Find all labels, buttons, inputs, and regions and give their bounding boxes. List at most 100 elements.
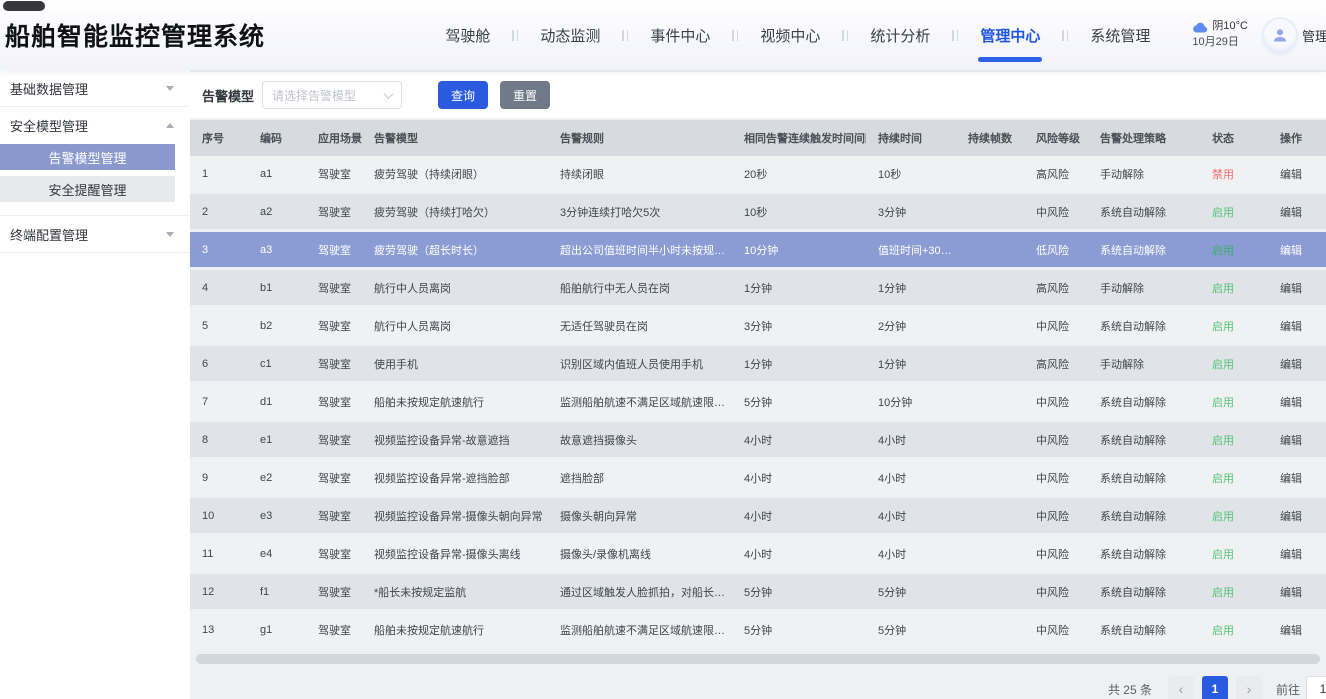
status-badge: 启用 xyxy=(1200,470,1268,486)
sidebar-section-label: 安全模型管理 xyxy=(10,116,88,135)
cell-rule: 持续闭眼 xyxy=(548,166,732,182)
sidebar-section-basic-data[interactable]: 基础数据管理 xyxy=(0,70,190,106)
edit-link[interactable]: 编辑 xyxy=(1268,280,1326,296)
column-header: 应用场景 xyxy=(306,130,362,146)
alarm-model-select[interactable]: 请选择告警模型 xyxy=(262,81,402,109)
main-nav: 驾驶舱 动态监测事件中心 视频中心 统计分析 管理中心系统管理 xyxy=(423,0,1172,70)
edit-link[interactable]: 编辑 xyxy=(1268,546,1326,562)
cell-code: e3 xyxy=(248,510,306,522)
edit-link[interactable]: 编辑 xyxy=(1268,432,1326,448)
prev-page-button[interactable]: ‹ xyxy=(1168,676,1194,699)
column-header: 持续时间 xyxy=(866,130,956,146)
nav-tab-label: 驾驶舱 xyxy=(445,28,490,45)
column-header: 相同告警连续触发时间间隔 xyxy=(732,130,866,146)
cell-model: 视频监控设备异常-遮挡脸部 xyxy=(362,470,548,486)
cell-code: a3 xyxy=(248,244,306,256)
status-badge: 启用 xyxy=(1200,546,1268,562)
page-1-button[interactable]: 1 xyxy=(1202,676,1228,699)
cell-strategy: 系统自动解除 xyxy=(1088,204,1200,220)
cell-seq: 13 xyxy=(190,624,248,636)
edit-link[interactable]: 编辑 xyxy=(1268,508,1326,524)
jump-to-page-input[interactable] xyxy=(1306,676,1326,699)
app-header: 船舶智能监控管理系统 驾驶舱动态监测事件中心视频中心统计分析管理中心系统管理 阴… xyxy=(0,0,1326,70)
avatar[interactable] xyxy=(1264,19,1296,51)
username-label[interactable]: 管理 xyxy=(1302,26,1326,45)
nav-tab-label: 统计分析 xyxy=(870,28,930,45)
column-header: 操作 xyxy=(1268,130,1326,146)
nav-tab-3[interactable]: 视频中心 xyxy=(738,25,842,46)
table-row[interactable]: 4b1驾驶室航行中人员离岗船舶航行中无人员在岗1分钟1分钟高风险手动解除启用编辑 xyxy=(190,270,1326,308)
cell-duration: 5分钟 xyxy=(866,622,956,638)
next-page-button[interactable]: › xyxy=(1236,676,1262,699)
nav-tab-4[interactable]: 统计分析 xyxy=(848,25,952,46)
edit-link[interactable]: 编辑 xyxy=(1268,470,1326,486)
cell-model: 视频监控设备异常-摄像头离线 xyxy=(362,546,548,562)
cell-interval: 10分钟 xyxy=(732,242,866,258)
status-badge: 启用 xyxy=(1200,204,1268,220)
reset-button[interactable]: 重置 xyxy=(500,81,550,109)
table-row[interactable]: 12f1驾驶室*船长未按规定监航通过区域触发人脸抓拍，对船长身份...5分钟5分… xyxy=(190,574,1326,612)
cell-model: 疲劳驾驶（持续打哈欠） xyxy=(362,204,548,220)
nav-tab-1[interactable]: 动态监测 xyxy=(518,25,622,46)
cell-risk: 中风险 xyxy=(1024,508,1088,524)
cell-rule: 摄像头/录像机离线 xyxy=(548,546,732,562)
column-header: 持续帧数 xyxy=(956,130,1024,146)
sidebar-section-label: 基础数据管理 xyxy=(10,79,88,98)
table-row[interactable]: 11e4驾驶室视频监控设备异常-摄像头离线摄像头/录像机离线4小时4小时中风险系… xyxy=(190,536,1326,574)
edit-link[interactable]: 编辑 xyxy=(1268,356,1326,372)
edit-link[interactable]: 编辑 xyxy=(1268,166,1326,182)
nav-tab-6[interactable]: 系统管理 xyxy=(1068,25,1172,46)
query-button[interactable]: 查询 xyxy=(438,81,488,109)
cell-risk: 低风险 xyxy=(1024,242,1088,258)
status-badge: 启用 xyxy=(1200,508,1268,524)
weather-widget: 阴10°C 10月29日 xyxy=(1192,19,1248,51)
cell-risk: 中风险 xyxy=(1024,622,1088,638)
cell-scene: 驾驶室 xyxy=(306,356,362,372)
pagination: 共 25 条 ‹ 1 › 前往 xyxy=(190,670,1326,699)
edit-link[interactable]: 编辑 xyxy=(1268,204,1326,220)
horizontal-scrollbar[interactable] xyxy=(196,654,1320,664)
caret-up-icon xyxy=(166,123,174,128)
cell-code: e4 xyxy=(248,548,306,560)
cell-model: 视频监控设备异常-摄像头朝向异常 xyxy=(362,508,548,524)
cell-interval: 4小时 xyxy=(732,432,866,448)
edit-link[interactable]: 编辑 xyxy=(1268,394,1326,410)
cell-interval: 3分钟 xyxy=(732,318,866,334)
cell-duration: 10秒 xyxy=(866,166,956,182)
nav-tab-0[interactable]: 驾驶舱 xyxy=(423,25,512,46)
table-row[interactable]: 8e1驾驶室视频监控设备异常-故意遮挡故意遮挡摄像头4小时4小时中风险系统自动解… xyxy=(190,422,1326,460)
sidebar-section-safety-model[interactable]: 安全模型管理 xyxy=(0,107,190,143)
nav-tab-5[interactable]: 管理中心 xyxy=(958,25,1062,46)
sidebar-item-alarm-model[interactable]: 告警模型管理 xyxy=(0,144,175,170)
cell-strategy: 手动解除 xyxy=(1088,166,1200,182)
table-row[interactable]: 13g1驾驶室船舶未按规定航速航行监测船舶航速不满足区域航速限制规定5分钟5分钟… xyxy=(190,612,1326,650)
active-tab-underline xyxy=(978,57,1042,62)
cell-scene: 驾驶室 xyxy=(306,546,362,562)
edit-link[interactable]: 编辑 xyxy=(1268,622,1326,638)
nav-tab-label: 视频中心 xyxy=(760,28,820,45)
nav-tab-2[interactable]: 事件中心 xyxy=(628,25,732,46)
edit-link[interactable]: 编辑 xyxy=(1268,584,1326,600)
cell-risk: 中风险 xyxy=(1024,394,1088,410)
edit-link[interactable]: 编辑 xyxy=(1268,242,1326,258)
table-row[interactable]: 9e2驾驶室视频监控设备异常-遮挡脸部遮挡脸部4小时4小时中风险系统自动解除启用… xyxy=(190,460,1326,498)
sidebar-item-safety-reminder[interactable]: 安全提醒管理 xyxy=(0,176,175,202)
cell-strategy: 系统自动解除 xyxy=(1088,318,1200,334)
sidebar-section-terminal-config[interactable]: 终端配置管理 xyxy=(0,216,190,252)
table-row[interactable]: 10e3驾驶室视频监控设备异常-摄像头朝向异常摄像头朝向异常4小时4小时中风险系… xyxy=(190,498,1326,536)
cell-seq: 3 xyxy=(190,244,248,256)
table-row[interactable]: 5b2驾驶室航行中人员离岗无适任驾驶员在岗3分钟2分钟中风险系统自动解除启用编辑 xyxy=(190,308,1326,346)
edit-link[interactable]: 编辑 xyxy=(1268,318,1326,334)
cell-model: 视频监控设备异常-故意遮挡 xyxy=(362,432,548,448)
cell-risk: 中风险 xyxy=(1024,470,1088,486)
table-row[interactable]: 3a3驾驶室疲劳驾驶（超长时长）超出公司值班时间半小时未按规定交接10分钟值班时… xyxy=(190,232,1326,270)
cell-risk: 中风险 xyxy=(1024,318,1088,334)
cell-duration: 5分钟 xyxy=(866,584,956,600)
table-row[interactable]: 6c1驾驶室使用手机识别区域内值班人员使用手机1分钟1分钟高风险手动解除启用编辑 xyxy=(190,346,1326,384)
table-row[interactable]: 2a2驾驶室疲劳驾驶（持续打哈欠）3分钟连续打哈欠5次10秒3分钟中风险系统自动… xyxy=(190,194,1326,232)
table-row[interactable]: 7d1驾驶室船舶未按规定航速航行监测船舶航速不满足区域航速限制规定5分钟10分钟… xyxy=(190,384,1326,422)
table-row[interactable]: 1a1驾驶室疲劳驾驶（持续闭眼）持续闭眼20秒10秒高风险手动解除禁用编辑 xyxy=(190,156,1326,194)
user-icon xyxy=(1271,26,1289,44)
cell-rule: 监测船舶航速不满足区域航速限制规定 xyxy=(548,622,732,638)
cell-code: e2 xyxy=(248,472,306,484)
